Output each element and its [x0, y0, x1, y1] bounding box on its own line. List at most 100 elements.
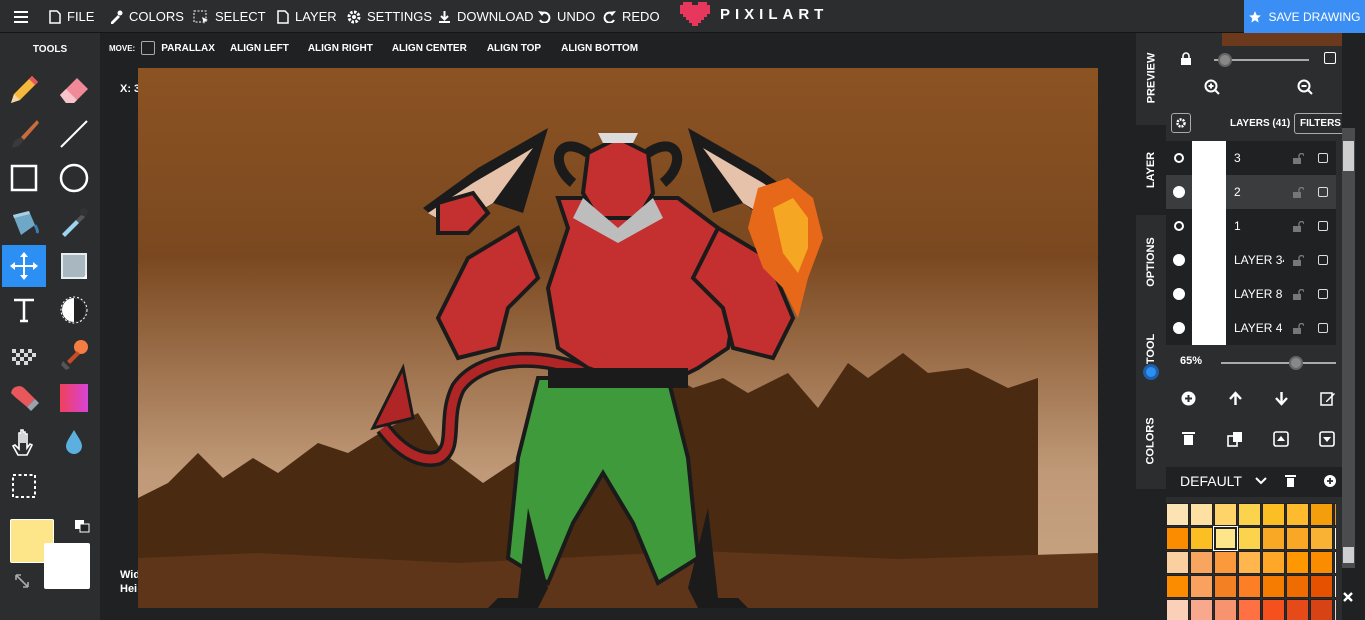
palette-swatch[interactable] [1166, 575, 1189, 598]
palette-swatch[interactable] [1286, 503, 1309, 526]
align-right-button[interactable]: ALIGN RIGHT [308, 43, 373, 54]
layer-select-checkbox[interactable] [1318, 153, 1328, 163]
delete-palette-icon[interactable] [1285, 475, 1296, 487]
swap-colors-icon[interactable] [74, 519, 90, 533]
layer-row[interactable]: LAYER 4 [1166, 311, 1336, 345]
palette-swatch[interactable] [1262, 599, 1285, 620]
palette-swatch[interactable] [1166, 599, 1189, 620]
palette-swatch[interactable] [1190, 527, 1213, 550]
align-bottom-button[interactable]: ALIGN BOTTOM [561, 43, 638, 54]
gradient-tool[interactable] [52, 377, 96, 419]
save-drawing-button[interactable]: SAVE DRAWING [1244, 0, 1365, 33]
palette-swatch[interactable] [1262, 527, 1285, 550]
palette-swatch[interactable] [1334, 575, 1336, 598]
tab-layer[interactable]: LAYER [1136, 125, 1166, 215]
hand-tool[interactable] [2, 421, 46, 463]
drawing-canvas[interactable] [138, 68, 1098, 608]
stamp-tool[interactable] [52, 333, 96, 375]
ellipse-tool[interactable] [52, 157, 96, 199]
palette-name[interactable]: DEFAULT [1180, 473, 1242, 489]
filters-button[interactable]: FILTERS [1294, 113, 1347, 134]
move-layer-up-icon[interactable] [1228, 391, 1243, 406]
expand-icon[interactable] [14, 573, 30, 589]
merge-up-icon[interactable] [1273, 431, 1289, 447]
move-layer-down-icon[interactable] [1274, 391, 1289, 406]
selection-tool[interactable] [2, 465, 46, 507]
palette-swatch[interactable] [1166, 503, 1189, 526]
lock-icon[interactable] [1180, 52, 1192, 66]
layer-select-checkbox[interactable] [1318, 323, 1328, 333]
unlock-icon[interactable] [1292, 186, 1304, 198]
palette-swatch[interactable] [1262, 575, 1285, 598]
palette-swatch[interactable] [1238, 503, 1261, 526]
unlock-icon[interactable] [1292, 220, 1304, 232]
palette-swatch[interactable] [1334, 599, 1336, 620]
tab-options[interactable]: OPTIONS [1136, 217, 1166, 307]
layer-visibility-toggle[interactable] [1166, 322, 1192, 334]
layer-settings-button[interactable] [1171, 113, 1191, 133]
select-rectangle-tool[interactable] [52, 245, 96, 287]
palette-swatch[interactable] [1334, 503, 1336, 526]
palette-swatch[interactable] [1190, 503, 1213, 526]
text-tool[interactable] [2, 289, 46, 331]
unlock-icon[interactable] [1292, 322, 1304, 334]
eraser-tool[interactable] [52, 69, 96, 111]
zoom-out-icon[interactable] [1297, 79, 1313, 95]
palette-swatch[interactable] [1214, 599, 1237, 620]
layer-row[interactable]: 3 [1166, 141, 1336, 175]
palette-swatch[interactable] [1310, 503, 1333, 526]
palette-swatch[interactable] [1214, 503, 1237, 526]
delete-layer-icon[interactable] [1182, 431, 1195, 446]
preview-zoom-knob[interactable] [1218, 53, 1232, 67]
palette-swatch[interactable] [1262, 503, 1285, 526]
layer-opacity-slider[interactable] [1221, 362, 1336, 364]
line-tool[interactable] [52, 113, 96, 155]
align-top-button[interactable]: ALIGN TOP [487, 43, 541, 54]
menu-redo[interactable]: REDO [603, 0, 660, 33]
shading-tool[interactable] [2, 377, 46, 419]
scrollbar-thumb[interactable] [1343, 141, 1354, 171]
blur-tool[interactable] [52, 421, 96, 463]
layer-visibility-toggle[interactable] [1166, 186, 1192, 198]
palette-swatch[interactable] [1310, 551, 1333, 574]
palette-swatch[interactable] [1190, 551, 1213, 574]
palette-swatch[interactable] [1190, 575, 1213, 598]
tab-preview[interactable]: PREVIEW [1136, 33, 1166, 123]
palette-swatch[interactable] [1214, 551, 1237, 574]
menu-colors[interactable]: COLORS [109, 0, 184, 33]
menu-download[interactable]: DOWNLOAD [438, 0, 534, 33]
palette-swatch[interactable] [1334, 551, 1336, 574]
add-palette-icon[interactable] [1324, 475, 1336, 487]
palette-swatch[interactable] [1166, 527, 1189, 550]
secondary-color-swatch[interactable] [44, 543, 90, 589]
palette-swatch[interactable] [1286, 575, 1309, 598]
dither-tool[interactable] [2, 333, 46, 375]
zoom-in-icon[interactable] [1204, 79, 1220, 95]
layer-visibility-toggle[interactable] [1166, 288, 1192, 300]
layer-select-checkbox[interactable] [1318, 289, 1328, 299]
palette-swatch[interactable] [1214, 575, 1237, 598]
palette-swatch[interactable] [1286, 599, 1309, 620]
palette-swatch[interactable] [1238, 527, 1261, 550]
color-picker-tool[interactable] [52, 201, 96, 243]
rectangle-tool[interactable] [2, 157, 46, 199]
menu-layer[interactable]: LAYER [277, 0, 337, 33]
unlock-icon[interactable] [1292, 288, 1304, 300]
unlock-icon[interactable] [1292, 152, 1304, 164]
close-icon[interactable] [1342, 591, 1354, 603]
layer-row[interactable]: LAYER 34 [1166, 243, 1336, 277]
unlock-icon[interactable] [1292, 254, 1304, 266]
palette-swatch[interactable] [1310, 527, 1333, 550]
palette-swatch[interactable] [1310, 599, 1333, 620]
hamburger-menu-icon[interactable] [14, 0, 34, 33]
align-left-button[interactable]: ALIGN LEFT [230, 43, 289, 54]
layer-select-checkbox[interactable] [1318, 187, 1328, 197]
scrollbar-track[interactable] [1342, 128, 1355, 568]
layer-visibility-toggle[interactable] [1166, 254, 1192, 266]
bucket-tool[interactable] [2, 201, 46, 243]
edit-layer-icon[interactable] [1320, 391, 1335, 406]
pencil-tool[interactable] [2, 69, 46, 111]
lighten-tool[interactable] [52, 289, 96, 331]
layer-select-checkbox[interactable] [1318, 255, 1328, 265]
layer-select-checkbox[interactable] [1318, 221, 1328, 231]
